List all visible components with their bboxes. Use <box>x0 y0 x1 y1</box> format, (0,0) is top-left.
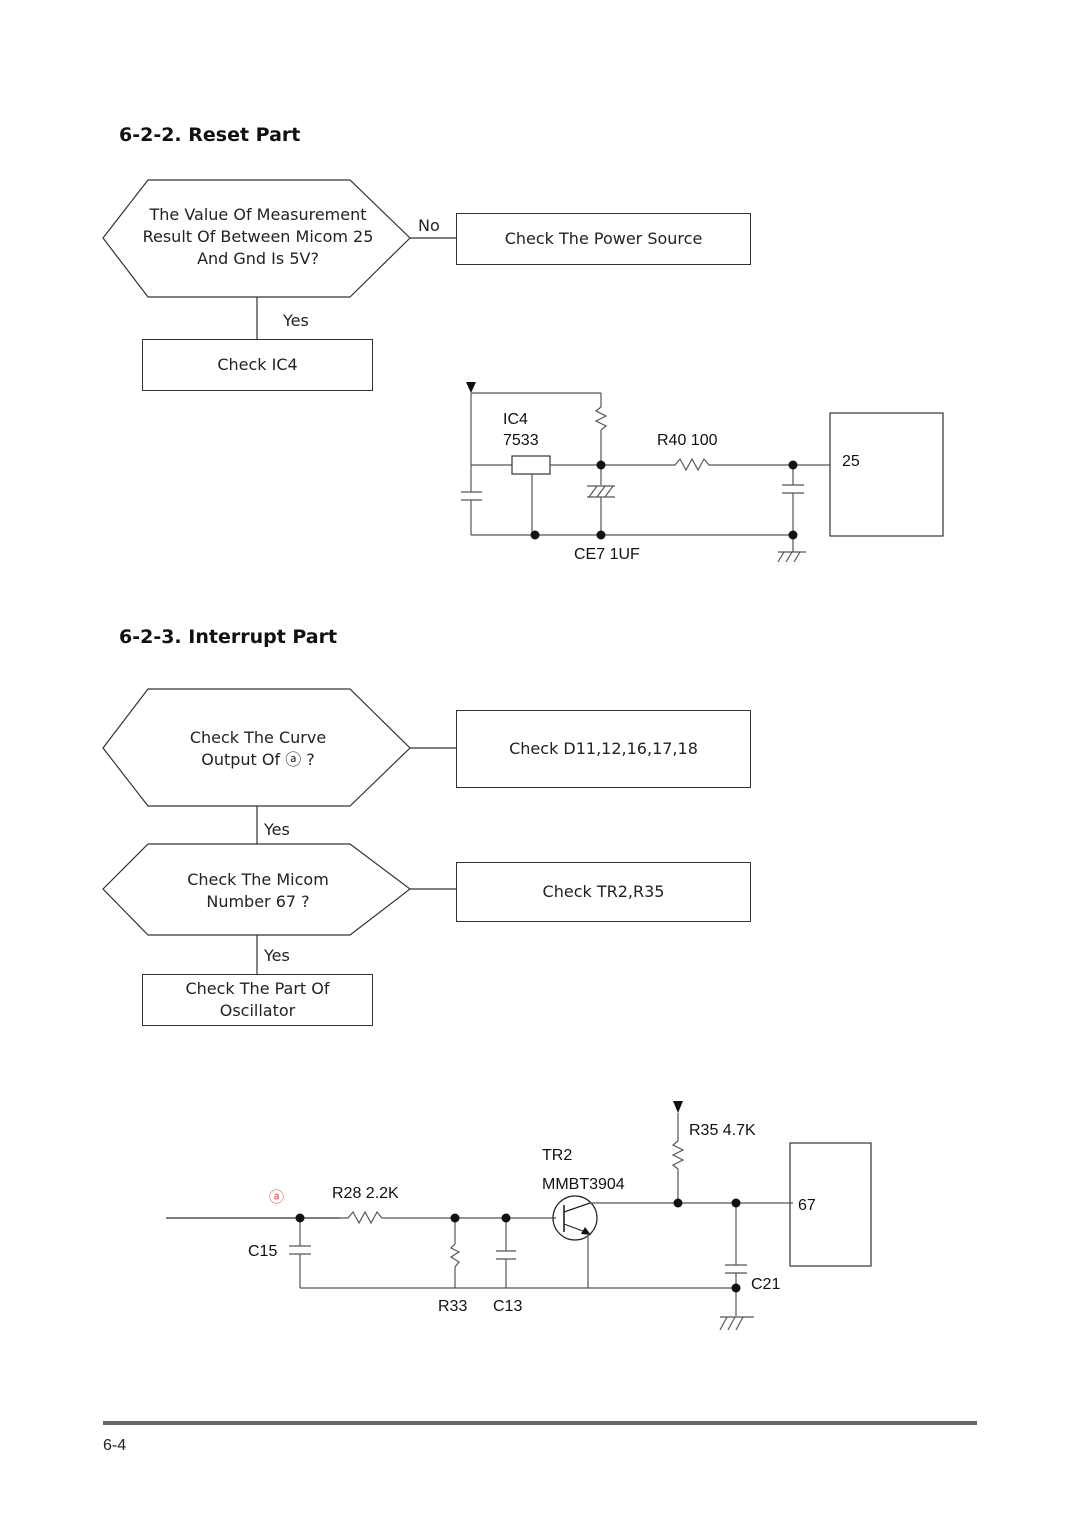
interrupt-decision2-line2: Number 67 ? <box>206 892 310 911</box>
ic4-symbol <box>511 455 551 475</box>
interrupt-decision1-line1: Check The Curve <box>189 728 327 747</box>
footer-rule <box>103 1421 977 1425</box>
micom-pin-25-label: 25 <box>842 453 860 470</box>
r35-resistor <box>671 1140 685 1170</box>
interrupt-decision2-text: Check The Micom Number 67 ? <box>118 869 398 913</box>
reset-decision-line1: The Value Of Measurement <box>149 205 367 224</box>
interrupt-decision1-text: Check The Curve Output Of ⓐ ? <box>118 727 398 771</box>
interrupt-yes2-label: Yes <box>264 946 290 965</box>
check-ic4-label: Check IC4 <box>217 355 298 374</box>
r33-label: R33 <box>438 1298 468 1315</box>
reset-ground-symbol <box>777 551 806 563</box>
page-number: 6-4 <box>103 1437 127 1454</box>
reset-junctions <box>530 460 798 540</box>
check-oscillator-line2: Oscillator <box>219 1001 296 1020</box>
ic4-ref-label: IC4 <box>503 411 528 428</box>
r28-resistor <box>340 1210 405 1225</box>
reset-decision-text: The Value Of Measurement Result Of Betwe… <box>118 204 398 270</box>
interrupt-yes1-label: Yes <box>264 820 290 839</box>
reset-micom-box <box>829 412 944 537</box>
check-tr2-r35-box: Check TR2,R35 <box>456 862 751 922</box>
tr2-part-label: MMBT3904 <box>542 1176 625 1193</box>
r40-label: R40 100 <box>657 432 718 449</box>
check-oscillator-line1: Check The Part Of <box>185 979 330 998</box>
reset-decision-line3: And Gnd Is 5V? <box>197 249 319 268</box>
check-diodes-label: Check D11,12,16,17,18 <box>509 739 698 758</box>
interrupt-part-title: 6-2-3. Interrupt Part <box>119 626 338 648</box>
check-tr2-r35-label: Check TR2,R35 <box>542 882 665 901</box>
tr2-ref-label: TR2 <box>542 1147 573 1164</box>
reset-yes-label: Yes <box>283 311 309 330</box>
check-power-source-label: Check The Power Source <box>504 229 703 248</box>
c13-label: C13 <box>493 1298 523 1315</box>
reset-vcc-arrow <box>466 382 476 393</box>
interrupt-vcc-arrow <box>673 1101 683 1113</box>
r33-resistor <box>449 1243 461 1268</box>
ce7-label: CE7 1UF <box>574 546 640 563</box>
reset-decision-line2: Result Of Between Micom 25 <box>142 227 374 246</box>
interrupt-schematic <box>166 1101 872 1331</box>
interrupt-decision1-line2: Output Of ⓐ ? <box>201 750 315 769</box>
r35-label: R35 4.7K <box>689 1122 756 1139</box>
c21-label: C21 <box>751 1276 781 1293</box>
r28-label: R28 2.2K <box>332 1185 399 1202</box>
check-oscillator-box: Check The Part Of Oscillator <box>142 974 373 1026</box>
ic4-part-label: 7533 <box>503 432 539 449</box>
c15-label: C15 <box>248 1243 278 1260</box>
r40-resistor <box>663 457 730 472</box>
ce7-capacitor-symbol <box>587 485 615 498</box>
reset-no-label: No <box>418 216 440 235</box>
interrupt-decision2-line1: Check The Micom <box>187 870 329 889</box>
micom-pin-67-label: 67 <box>798 1197 816 1214</box>
reset-pullup-resistor <box>594 406 608 431</box>
check-diodes-box: Check D11,12,16,17,18 <box>456 710 751 788</box>
point-a-marker: ⓐ <box>269 1188 285 1206</box>
check-ic4-box: Check IC4 <box>142 339 373 391</box>
interrupt-ground-symbol <box>719 1316 754 1331</box>
check-power-source-box: Check The Power Source <box>456 213 751 265</box>
interrupt-junctions <box>295 1198 741 1293</box>
